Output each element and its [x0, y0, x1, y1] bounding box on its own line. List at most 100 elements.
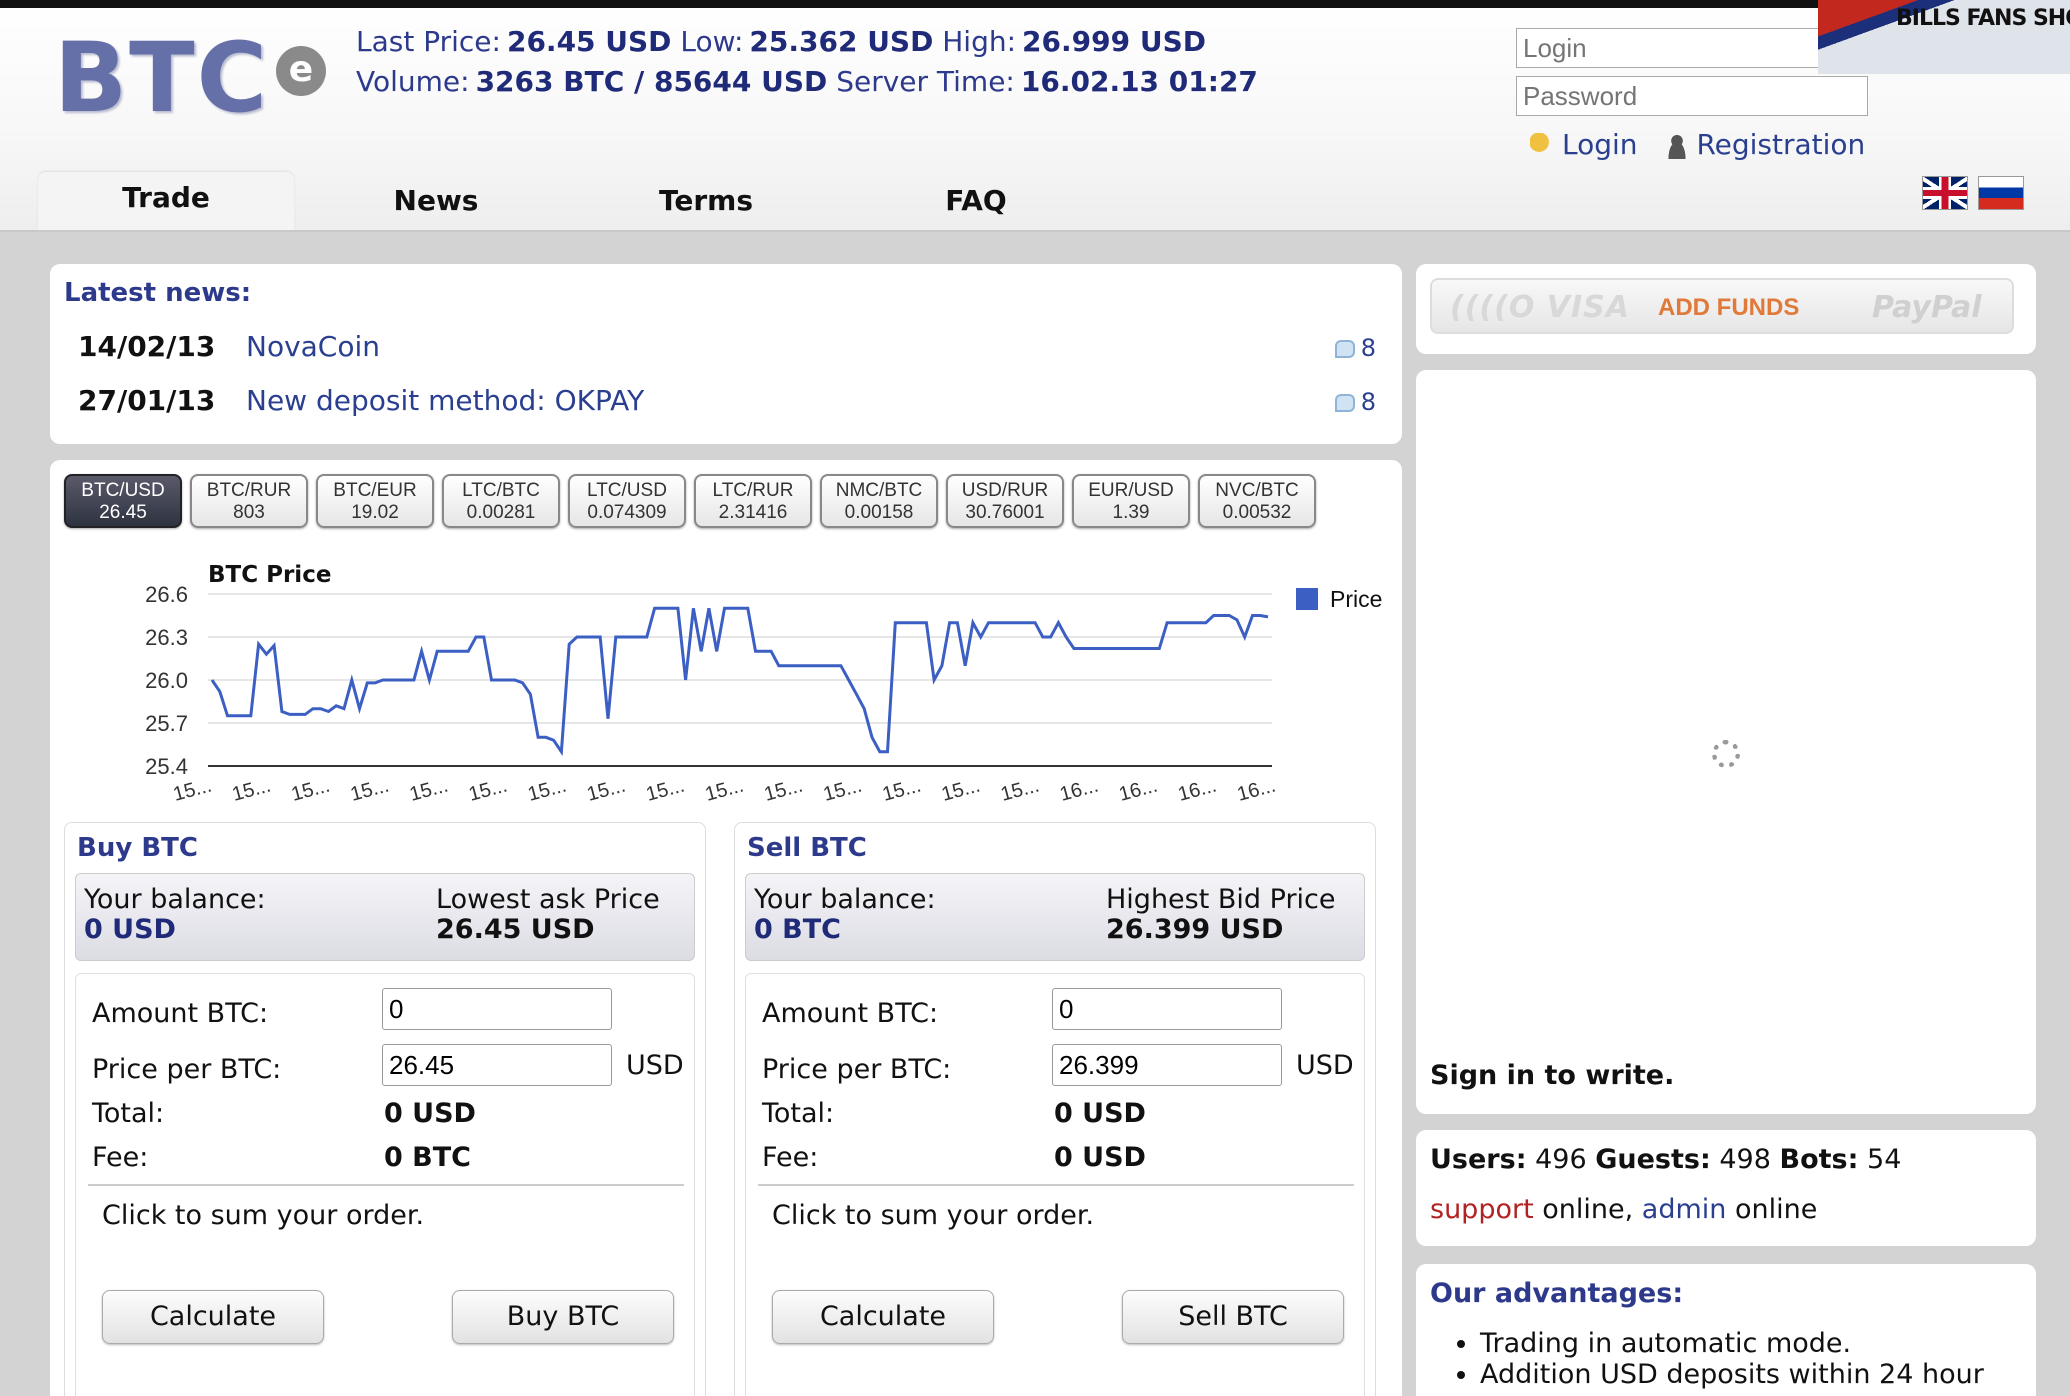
buy-calculate-button[interactable]: Calculate — [102, 1290, 324, 1344]
x-tick-label: 15... — [525, 775, 568, 806]
english-flag-icon[interactable] — [1922, 176, 1968, 210]
pair-price: 0.00532 — [1222, 502, 1292, 523]
y-tick-label: 26.0 — [145, 668, 188, 693]
news-comments[interactable]: 8 — [1334, 388, 1376, 416]
buy-amount-input[interactable] — [382, 988, 612, 1030]
fee-value: 0 BTC — [384, 1142, 471, 1173]
list-item: Addition USD deposits within 24 hour — [1480, 1359, 1984, 1390]
last-price-value: 26.45 USD — [506, 25, 672, 58]
low-value: 25.362 USD — [749, 25, 934, 58]
fee-label: Fee: — [762, 1142, 819, 1173]
logo-badge: e — [276, 46, 326, 96]
registration-link[interactable]: Registration — [1696, 128, 1865, 161]
paypal-logo: PayPal — [1872, 290, 1982, 325]
pair-price: 803 — [233, 502, 265, 523]
guests-label: Guests: — [1595, 1144, 1711, 1175]
news-title-link[interactable]: New deposit method: OKPAY — [246, 384, 644, 417]
buy-heading: Buy BTC — [77, 833, 198, 863]
total-label: Total: — [92, 1098, 165, 1129]
pair-tab-ltc-usd[interactable]: LTC/USD 0.074309 — [568, 474, 686, 528]
news-title-link[interactable]: NovaCoin — [246, 330, 380, 363]
latest-news-panel: Latest news: 14/02/13 NovaCoin 8 27/01/13… — [50, 264, 1402, 444]
sell-amount-input[interactable] — [1052, 988, 1282, 1030]
x-tick-label: 15... — [466, 775, 509, 806]
pair-name: NMC/BTC — [835, 480, 923, 501]
site-logo[interactable]: BTC — [54, 22, 269, 134]
top-bar — [0, 0, 2070, 8]
sell-balance-box: Your balance: 0 BTC Highest Bid Price 26… — [745, 873, 1365, 961]
add-funds-panel: ((((O VISA ADD FUNDS PayPal — [1416, 264, 2036, 354]
price-unit: USD — [626, 1050, 684, 1081]
pair-tab-eur-usd[interactable]: EUR/USD 1.39 — [1072, 474, 1190, 528]
tab-terms[interactable]: Terms — [578, 172, 834, 230]
support-link[interactable]: support — [1430, 1194, 1534, 1225]
volume-label: Volume: — [356, 65, 470, 98]
pair-tab-nmc-btc[interactable]: NMC/BTC 0.00158 — [820, 474, 938, 528]
loading-spinner-icon — [1712, 740, 1740, 768]
balance-label: Your balance: — [84, 884, 266, 915]
buy-btc-button[interactable]: Buy BTC — [452, 1290, 674, 1344]
order-hint: Click to sum your order. — [102, 1200, 425, 1231]
x-tick-label: 15... — [230, 775, 273, 806]
pair-name: BTC/USD — [81, 480, 165, 501]
last-price-label: Last Price: — [356, 25, 501, 58]
high-label: High: — [942, 25, 1017, 58]
admin-status: online — [1735, 1194, 1818, 1225]
x-tick-label: 15... — [289, 775, 332, 806]
pair-tab-usd-rur[interactable]: USD/RUR 30.76001 — [946, 474, 1064, 528]
order-hint: Click to sum your order. — [772, 1200, 1095, 1231]
x-tick-label: 15... — [821, 775, 864, 806]
pair-tab-ltc-btc[interactable]: LTC/BTC 0.00281 — [442, 474, 560, 528]
pair-price: 2.31416 — [718, 502, 788, 523]
support-status: online — [1542, 1194, 1625, 1225]
comment-icon — [1334, 340, 1355, 358]
tab-news[interactable]: News — [308, 172, 564, 230]
y-tick-label: 26.6 — [145, 582, 188, 607]
x-tick-label: 15... — [880, 775, 923, 806]
tab-faq[interactable]: FAQ — [848, 172, 1104, 230]
x-tick-label: 15... — [644, 775, 687, 806]
trade-panel: BTC/USD 26.45 BTC/RUR 803 BTC/EUR 19.02 LTC… — [50, 460, 1402, 1396]
server-time-value: 16.02.13 01:27 — [1020, 65, 1258, 98]
bots-label: Bots: — [1779, 1144, 1859, 1175]
sell-btc-button[interactable]: Sell BTC — [1122, 1290, 1344, 1344]
pair-tab-btc-rur[interactable]: BTC/RUR 803 — [190, 474, 308, 528]
balance-label: Your balance: — [754, 884, 936, 915]
sell-calculate-button[interactable]: Calculate — [772, 1290, 994, 1344]
news-date: 27/01/13 — [78, 384, 216, 417]
x-tick-label: 16... — [1176, 775, 1219, 806]
pair-tab-btc-usd[interactable]: BTC/USD 26.45 — [64, 474, 182, 528]
advantages-heading: Our advantages: — [1430, 1278, 1684, 1309]
staff-online: support online, admin online — [1430, 1194, 1818, 1225]
pair-tab-btc-eur[interactable]: BTC/EUR 19.02 — [316, 474, 434, 528]
amount-label: Amount BTC: — [762, 998, 939, 1029]
online-stats-panel: Users: 496 Guests: 498 Bots: 54 support … — [1416, 1130, 2036, 1246]
x-tick-label: 16... — [1057, 775, 1100, 806]
fee-value: 0 USD — [1054, 1142, 1146, 1173]
pair-tab-nvc-btc[interactable]: NVC/BTC 0.00532 — [1198, 474, 1316, 528]
news-item: 27/01/13 New deposit method: OKPAY 8 — [78, 384, 1388, 424]
add-funds-button[interactable]: ((((O VISA ADD FUNDS PayPal — [1430, 278, 2014, 334]
divider — [88, 1184, 684, 1186]
ask-price-value: 26.45 USD — [436, 914, 595, 945]
login-link[interactable]: Login — [1562, 128, 1638, 161]
sell-price-input[interactable] — [1052, 1044, 1282, 1086]
buy-price-input[interactable] — [382, 1044, 612, 1086]
admin-link[interactable]: admin — [1642, 1194, 1727, 1225]
x-tick-label: 15... — [703, 775, 746, 806]
pair-price: 30.76001 — [965, 502, 1045, 523]
market-stats: Last Price: 26.45 USD Low: 25.362 USD High… — [356, 22, 1258, 102]
x-tick-label: 15... — [407, 775, 450, 806]
price-per-label: Price per BTC: — [762, 1054, 952, 1085]
pair-price: 1.39 — [1112, 502, 1150, 523]
password-input[interactable] — [1516, 76, 1868, 116]
divider — [758, 1184, 1354, 1186]
russian-flag-icon[interactable] — [1978, 176, 2024, 210]
pair-tab-ltc-rur[interactable]: LTC/RUR 2.31416 — [694, 474, 812, 528]
login-input[interactable] — [1516, 28, 1868, 68]
ad-banner[interactable]: BILLS FANS SHOVEL S — [1818, 0, 2070, 74]
price-unit: USD — [1296, 1050, 1354, 1081]
pair-name: NVC/BTC — [1215, 480, 1299, 501]
tab-trade[interactable]: Trade — [38, 172, 294, 230]
news-comments[interactable]: 8 — [1334, 334, 1376, 362]
